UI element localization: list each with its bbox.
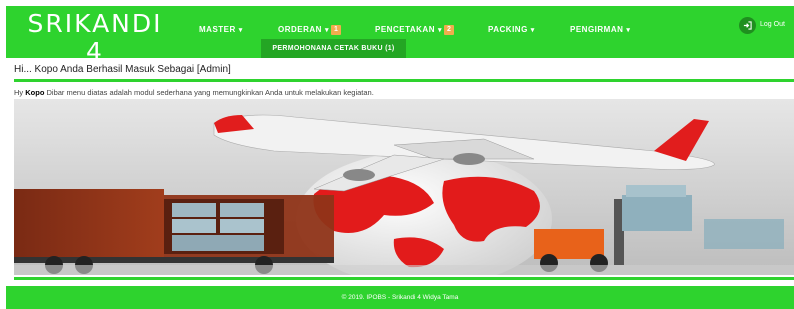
nav-packing[interactable]: PACKING ▾ bbox=[488, 21, 535, 39]
nav-pencetakan[interactable]: PENCETAKAN ▾ 2 bbox=[375, 21, 455, 39]
nav-pengirman[interactable]: PENGIRMAN ▾ bbox=[570, 21, 630, 39]
logistics-banner-image bbox=[14, 99, 794, 275]
nav-orderan-label: ORDERAN bbox=[278, 25, 322, 34]
divider bbox=[14, 277, 794, 280]
brand-name: SRIKANDI 4 bbox=[27, 9, 163, 66]
welcome-message: Hi... Kopo Anda Berhasil Masuk Sebagai [… bbox=[14, 64, 231, 75]
nav-master-label: MASTER bbox=[199, 25, 236, 34]
intro-body: Dibar menu diatas adalah modul sederhana… bbox=[44, 88, 374, 97]
chevron-down-icon: ▾ bbox=[530, 27, 535, 34]
intro-text: Hy Kopo Dibar menu diatas adalah modul s… bbox=[14, 88, 374, 97]
logout-button[interactable]: Log Out bbox=[739, 15, 785, 35]
submenu-permohonan-cetak[interactable]: PERMOHONANA CETAK BUKU (1) bbox=[261, 39, 406, 58]
nav-master[interactable]: MASTER ▾ bbox=[199, 21, 243, 39]
nav-pengirman-label: PENGIRMAN bbox=[570, 25, 624, 34]
chevron-down-icon: ▾ bbox=[437, 27, 442, 34]
intro-username: Kopo bbox=[25, 88, 45, 97]
divider bbox=[14, 79, 794, 82]
nav-orderan[interactable]: ORDERAN ▾ 1 bbox=[278, 21, 342, 39]
orderan-count-badge: 1 bbox=[330, 24, 342, 35]
footer-copyright: © 2019. IPOBS - Srikandi 4 Widya Tama bbox=[6, 286, 794, 309]
logout-label: Log Out bbox=[760, 21, 785, 28]
sign-out-icon bbox=[739, 16, 756, 34]
intro-prefix: Hy bbox=[14, 88, 26, 97]
nav-pencetakan-label: PENCETAKAN bbox=[375, 25, 435, 34]
chevron-down-icon: ▾ bbox=[626, 27, 631, 34]
pencetakan-count-badge: 2 bbox=[443, 24, 455, 35]
chevron-down-icon: ▾ bbox=[324, 27, 329, 34]
top-navbar: SRIKANDI 4 WIDYA TAMA MASTER ▾ ORDERAN ▾ 1 … bbox=[6, 6, 794, 74]
chevron-down-icon: ▾ bbox=[238, 27, 243, 34]
nav-packing-label: PACKING bbox=[488, 25, 528, 34]
